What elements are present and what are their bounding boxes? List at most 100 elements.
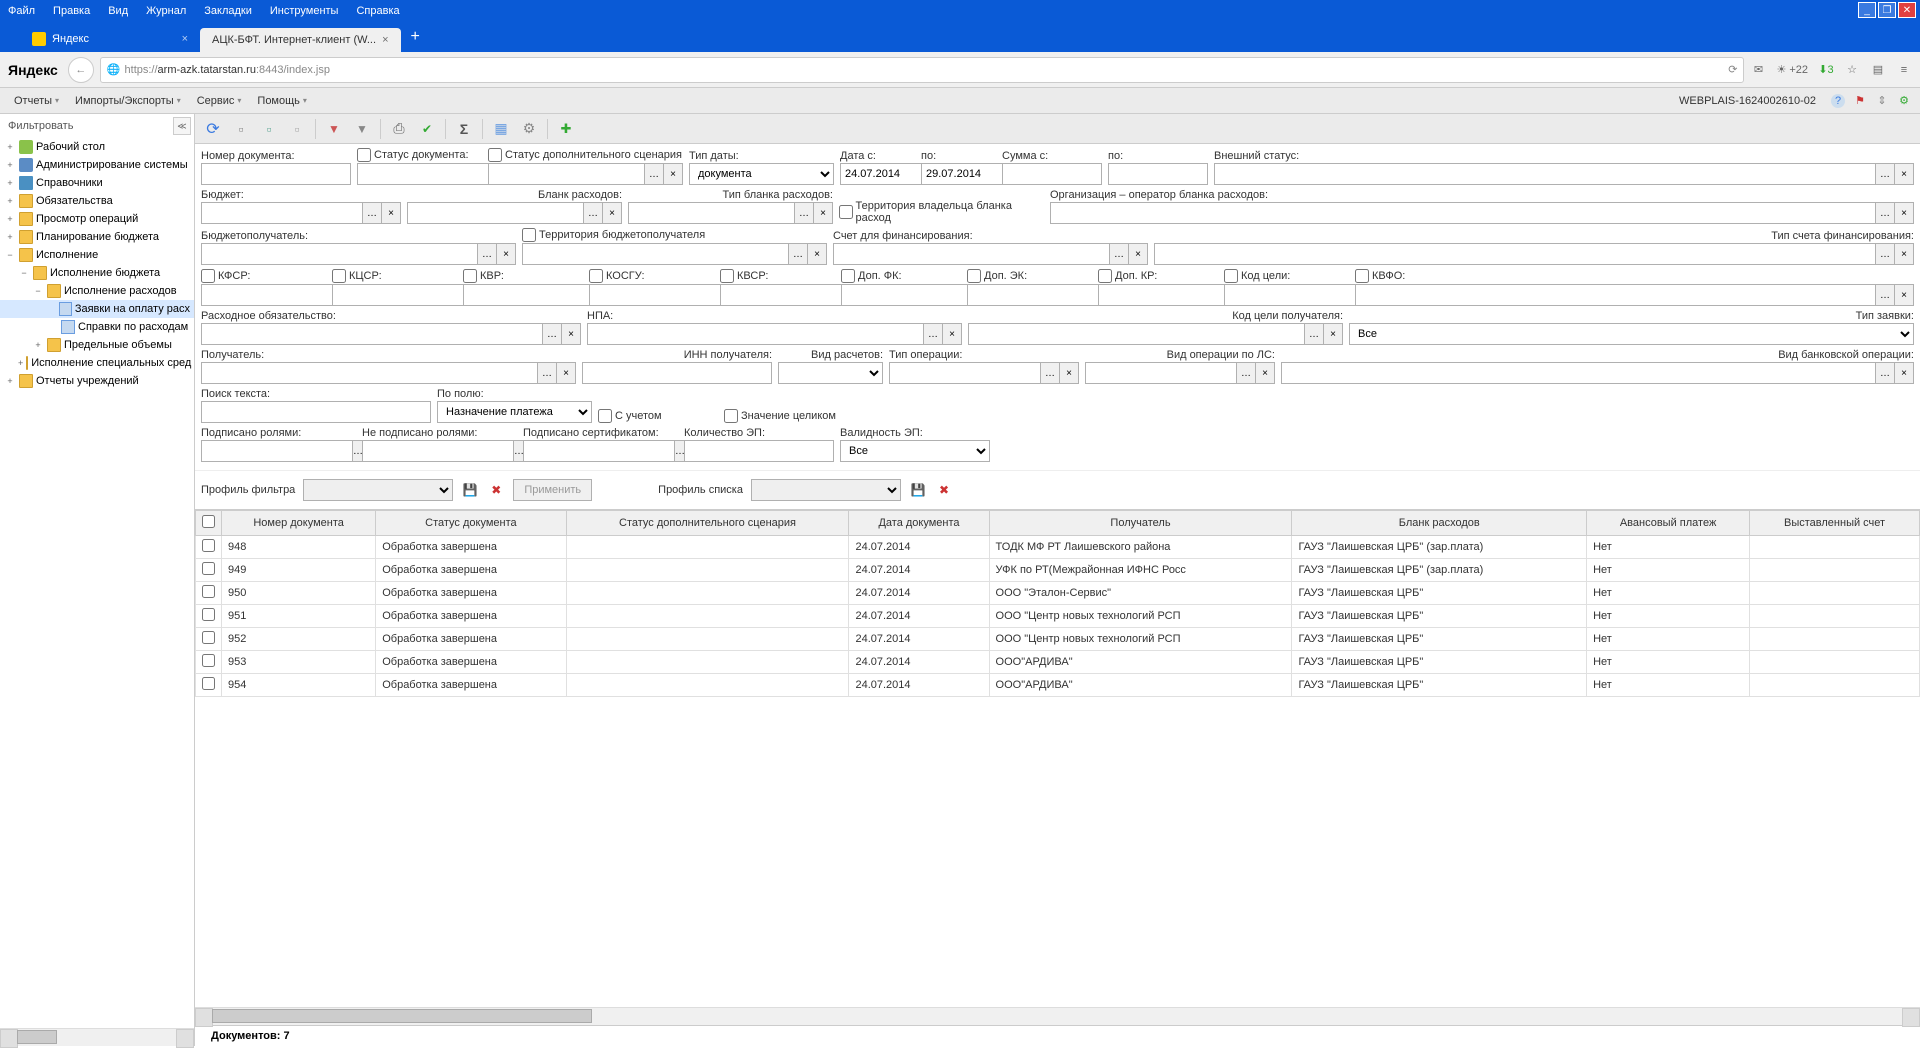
tree-toggle-icon[interactable]: − — [4, 250, 16, 260]
menu-reports[interactable]: Отчеты — [8, 91, 65, 111]
ep-count-input[interactable] — [684, 440, 834, 462]
tree-toggle-icon[interactable]: + — [18, 358, 23, 368]
lookup-button[interactable]: … — [583, 202, 603, 224]
table-row[interactable]: 954 Обработка завершена 24.07.2014 ООО"А… — [196, 674, 1920, 697]
expense-obligation-input[interactable] — [201, 323, 543, 345]
kfsr-cb[interactable] — [201, 269, 215, 283]
kosgu-cb[interactable] — [589, 269, 603, 283]
recipient-goal-code-input[interactable] — [968, 323, 1305, 345]
weather-widget[interactable]: ☀ +22 — [1776, 63, 1808, 76]
new-doc-button[interactable] — [257, 117, 281, 141]
budget-input[interactable] — [201, 202, 363, 224]
lookup-button[interactable]: … — [923, 323, 943, 345]
edit-button[interactable] — [229, 117, 253, 141]
bank-operation-type-input[interactable] — [1281, 362, 1876, 384]
menu-file[interactable]: Файл — [8, 5, 35, 17]
menu-edit[interactable]: Правка — [53, 5, 90, 17]
ls-operation-type-input[interactable] — [1085, 362, 1237, 384]
filter-profile-select[interactable] — [303, 479, 453, 501]
tab-close-icon[interactable]: × — [382, 34, 388, 46]
add-scenario-checkbox[interactable] — [488, 148, 502, 162]
checkbox-column-header[interactable] — [196, 511, 222, 536]
url-field[interactable]: 🌐 https://arm-azk.tatarstan.ru:8443/inde… — [100, 57, 1745, 83]
table-row[interactable]: 950 Обработка завершена 24.07.2014 ООО "… — [196, 582, 1920, 605]
expense-blank-input[interactable] — [407, 202, 584, 224]
recipient-territory-input[interactable] — [522, 243, 789, 265]
menu-bookmarks[interactable]: Закладки — [204, 5, 252, 17]
add-scenario-input[interactable] — [488, 163, 645, 185]
menu-help[interactable]: Справка — [356, 5, 399, 17]
lookup-button[interactable]: … — [1875, 202, 1895, 224]
row-checkbox[interactable] — [202, 539, 215, 552]
goalcode-input[interactable] — [1224, 284, 1376, 306]
clear-button[interactable]: × — [556, 362, 576, 384]
tree-node[interactable]: Заявки на оплату расх — [0, 300, 194, 318]
tree-node[interactable]: +Рабочий стол — [0, 138, 194, 156]
with-account-checkbox[interactable] — [598, 409, 612, 423]
lookup-button[interactable]: … — [1304, 323, 1324, 345]
payment-type-select[interactable] — [778, 362, 883, 384]
lookup-button[interactable]: … — [542, 323, 562, 345]
clear-button[interactable]: × — [663, 163, 683, 185]
clear-button[interactable]: × — [942, 323, 962, 345]
tree-node[interactable]: +Планирование бюджета — [0, 228, 194, 246]
lookup-button[interactable]: … — [1040, 362, 1060, 384]
lookup-button[interactable]: … — [477, 243, 497, 265]
kvfo-cb[interactable] — [1355, 269, 1369, 283]
mail-icon[interactable]: ✉ — [1750, 62, 1766, 78]
doc-status-input[interactable] — [357, 163, 509, 185]
row-checkbox[interactable] — [202, 677, 215, 690]
save-filter-profile-button[interactable] — [461, 481, 479, 499]
add-button[interactable] — [554, 117, 578, 141]
column-header[interactable]: Выставленный счет — [1750, 511, 1920, 536]
row-checkbox[interactable] — [202, 562, 215, 575]
copy-doc-button[interactable] — [285, 117, 309, 141]
kcsr-cb[interactable] — [332, 269, 346, 283]
tree-node[interactable]: −Исполнение — [0, 246, 194, 264]
tree-node[interactable]: +Исполнение специальных сред — [0, 354, 194, 372]
lookup-button[interactable]: … — [537, 362, 557, 384]
tree-node[interactable]: Справки по расходам — [0, 318, 194, 336]
clear-button[interactable]: × — [1323, 323, 1343, 345]
flag-icon[interactable]: ⚑ — [1852, 93, 1868, 109]
browser-tab-yandex[interactable]: Яндекс × — [20, 26, 200, 52]
kfsr-input[interactable] — [201, 284, 353, 306]
apply-button[interactable]: Применить — [513, 479, 592, 501]
lookup-button[interactable]: … — [794, 202, 814, 224]
tree-node[interactable]: +Просмотр операций — [0, 210, 194, 228]
clear-button[interactable]: × — [381, 202, 401, 224]
lookup-button[interactable]: … — [1109, 243, 1129, 265]
row-checkbox[interactable] — [202, 631, 215, 644]
owner-territory-checkbox[interactable] — [839, 205, 853, 219]
unsigned-roles-input[interactable] — [362, 440, 514, 462]
clear-button[interactable]: × — [1894, 163, 1914, 185]
sum-button[interactable] — [452, 117, 476, 141]
clear-button[interactable]: × — [1894, 362, 1914, 384]
window-close-button[interactable]: ✕ — [1898, 2, 1916, 18]
menu-service[interactable]: Сервис — [191, 91, 248, 111]
delete-filter-profile-button[interactable] — [487, 481, 505, 499]
dopkr-cb[interactable] — [1098, 269, 1112, 283]
npa-input[interactable] — [587, 323, 924, 345]
whole-value-checkbox[interactable] — [724, 409, 738, 423]
menu-history[interactable]: Журнал — [146, 5, 186, 17]
bookmarks-list-icon[interactable]: ▤ — [1870, 62, 1886, 78]
delete-list-profile-button[interactable] — [935, 481, 953, 499]
save-list-profile-button[interactable] — [909, 481, 927, 499]
row-checkbox[interactable] — [202, 608, 215, 621]
tree-toggle-icon[interactable]: + — [4, 196, 16, 206]
tree-toggle-icon[interactable]: + — [32, 340, 44, 350]
lookup-button[interactable]: … — [1875, 243, 1895, 265]
sum-from-input[interactable] — [1002, 163, 1102, 185]
column-header[interactable]: Авансовый платеж — [1587, 511, 1750, 536]
help-icon[interactable] — [1830, 93, 1846, 109]
back-button[interactable]: ← — [68, 57, 94, 83]
kvr-cb[interactable] — [463, 269, 477, 283]
tree-node[interactable]: +Администрирование системы — [0, 156, 194, 174]
filter-button[interactable] — [350, 117, 374, 141]
table-row[interactable]: 948 Обработка завершена 24.07.2014 ТОДК … — [196, 536, 1920, 559]
print-button[interactable] — [387, 117, 411, 141]
lookup-button[interactable]: … — [644, 163, 664, 185]
clear-filter-button[interactable] — [322, 117, 346, 141]
budget-recipient-input[interactable] — [201, 243, 478, 265]
